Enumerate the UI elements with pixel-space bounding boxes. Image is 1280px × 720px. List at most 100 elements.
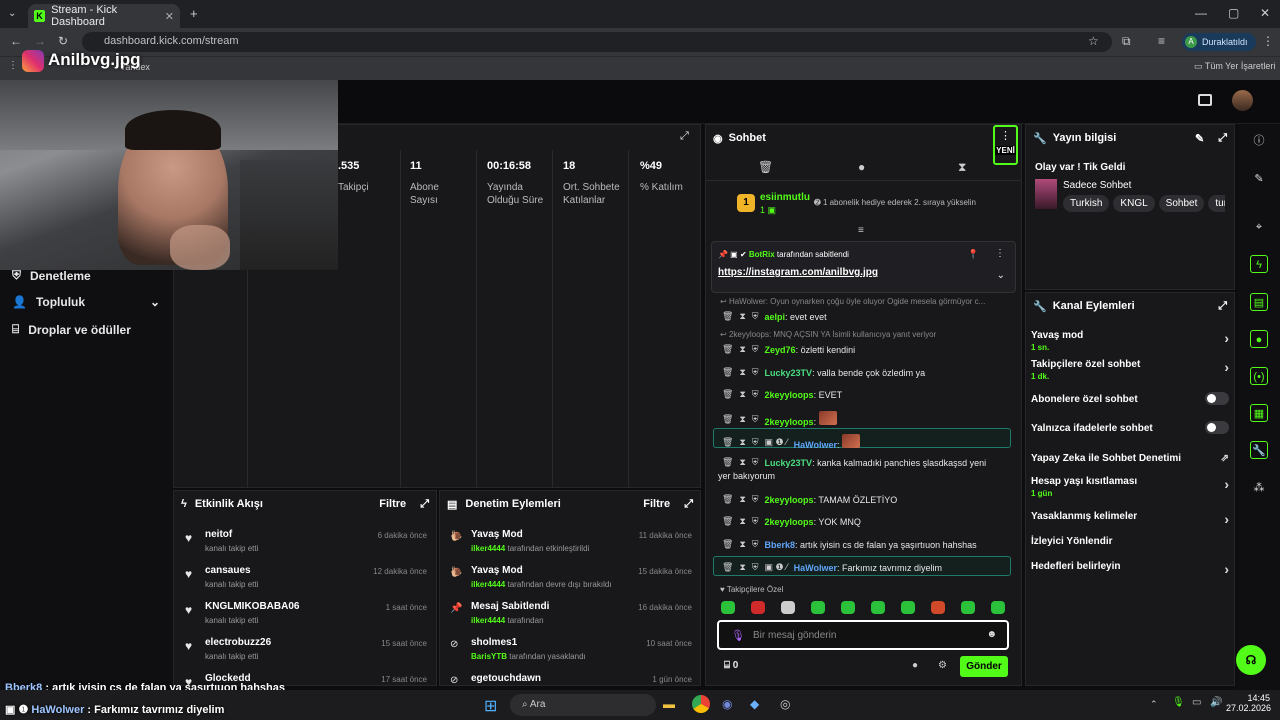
pinned-link[interactable]: https://instagram.com/anilbvg.jpg xyxy=(718,267,878,278)
expand-icon[interactable]: ⤢ xyxy=(680,130,689,143)
expand-icon[interactable]: ⤢ xyxy=(420,498,429,511)
chat-username[interactable]: 2keyyloops xyxy=(765,495,814,505)
app-icon[interactable]: ◆ xyxy=(750,697,759,711)
profile-button[interactable]: A Duraklatıldı xyxy=(1182,33,1256,51)
chat-username[interactable]: Bberk8 xyxy=(765,540,796,550)
channel-action-item[interactable]: Takipçilere özel sohbet 1 dk. › xyxy=(1031,359,1229,381)
chat-username[interactable]: Lucky23TV xyxy=(765,368,813,378)
layout-icon[interactable]: ▦ xyxy=(1250,404,1268,422)
chat-message[interactable]: 🗑 ⧗ ⛨ Zeyd76: özletti kendini xyxy=(722,344,855,355)
channel-action-item[interactable]: Yapay Zeka ile Sohbet Denetimi ⇗ xyxy=(1031,453,1229,466)
chat-username[interactable]: 2keyyloops xyxy=(765,417,814,427)
toggle-switch[interactable] xyxy=(1205,421,1229,434)
discord-icon[interactable]: ◉ xyxy=(722,697,732,711)
more-vertical-icon[interactable]: ⋮ xyxy=(995,248,1005,259)
minimize-icon[interactable]: — xyxy=(1195,6,1207,20)
expand-icon[interactable]: ⤢ xyxy=(1218,132,1227,145)
filter-button[interactable]: Filtre xyxy=(643,498,670,510)
points-indicator[interactable]: ⌸ 0 xyxy=(724,660,738,671)
tag[interactable]: KNGL xyxy=(1113,195,1155,212)
chat-message[interactable]: 🗑 ⧗ ⛨ 2keyyloops: xyxy=(722,411,837,427)
sidebar-item-community[interactable]: 👤 Topluluk ⌄ xyxy=(12,295,160,309)
reload-icon[interactable]: ↻ xyxy=(58,34,68,48)
chat-message[interactable]: 🗑 ⧗ ⛨ 2keyyloops: YOK MNQ xyxy=(722,516,861,527)
windows-start-icon[interactable]: ⊞ xyxy=(484,696,497,716)
trash-icon[interactable]: 🗑 xyxy=(722,414,733,425)
chat-username[interactable]: aelpi xyxy=(765,312,786,322)
moderation-item[interactable]: 🐌 Yavaş Mod ilker4444 tarafından devre dış… xyxy=(450,565,692,589)
bookmark-star-icon[interactable]: ☆ xyxy=(1088,34,1099,48)
chat-message[interactable]: 🗑 ⧗ ⛨ aelpi: evet evet xyxy=(722,311,827,322)
hourglass-icon[interactable]: ⧗ xyxy=(739,344,745,355)
chat-username[interactable]: 2keyyloops xyxy=(765,517,814,527)
channel-action-item[interactable]: Yasaklanmış kelimeler › xyxy=(1031,511,1229,527)
channel-action-item[interactable]: Abonelere özel sohbet xyxy=(1031,392,1229,407)
chat-message[interactable]: 🗑 ⧗ ⛨ 2keyyloops: EVET xyxy=(722,389,842,400)
url-bar[interactable]: dashboard.kick.com/stream xyxy=(82,32,1112,52)
hourglass-icon[interactable]: ⧗ xyxy=(739,414,745,425)
moderation-item[interactable]: ⊘ egetouchdawn 1 gün önce xyxy=(450,673,692,688)
expand-icon[interactable]: ⤢ xyxy=(684,498,693,511)
trash-icon[interactable]: 🗑 xyxy=(722,539,733,550)
hourglass-icon[interactable]: ⧗ xyxy=(739,562,745,573)
moderation-item[interactable]: 🐌 Yavaş Mod ilker4444 tarafından etkinleşt… xyxy=(450,529,692,553)
display-icon[interactable]: ▭ xyxy=(1192,697,1201,708)
volume-icon[interactable]: 🔊 xyxy=(1210,697,1222,708)
hourglass-icon[interactable]: ⧗ xyxy=(739,389,745,400)
folder-icon[interactable]: ▬ xyxy=(663,697,675,711)
chrome-icon[interactable] xyxy=(692,695,710,713)
browser-tab[interactable]: K Stream - Kick Dashboard ✕ xyxy=(28,4,180,28)
trash-icon[interactable]: 🗑 xyxy=(758,160,773,174)
collapse-icon[interactable]: ≡ xyxy=(858,225,864,236)
chat-username[interactable]: Lucky23TV xyxy=(765,458,813,468)
emote-icon[interactable] xyxy=(901,601,915,614)
sidebar-item-drops[interactable]: ⌸ Droplar ve ödüller xyxy=(12,322,131,337)
trash-icon[interactable]: 🗑 xyxy=(722,494,733,505)
chat-bubble-icon[interactable]: ● xyxy=(912,660,918,671)
info-icon[interactable]: ⓘ xyxy=(1250,132,1268,150)
emote-icon[interactable] xyxy=(871,601,885,614)
emote-icon[interactable] xyxy=(781,601,795,614)
filter-button[interactable]: Filtre xyxy=(379,498,406,510)
chevron-down-icon[interactable]: ⌄ xyxy=(997,270,1005,281)
activity-item[interactable]: ♥ neitof kanalı takip etti 6 dakika önce xyxy=(185,529,427,553)
close-tab-icon[interactable]: ✕ xyxy=(165,10,174,23)
wrench-icon[interactable]: 🔧 xyxy=(1250,441,1268,459)
focus-icon[interactable]: ⌖ xyxy=(1250,218,1268,236)
gear-icon[interactable]: ⚙ xyxy=(938,660,947,671)
extensions-icon[interactable]: ⧉ xyxy=(1122,34,1131,49)
channel-action-item[interactable]: Hesap yaşı kısıtlaması 1 gün › xyxy=(1031,476,1229,498)
activity-item[interactable]: ♥ electrobuzz26 kanalı takip etti 15 saat ö… xyxy=(185,637,427,661)
chat-message[interactable]: 🗑 ⧗ ⛨ Lucky23TV: kanka kalmadıki panchies ş… xyxy=(722,457,986,468)
hourglass-icon[interactable]: ⧗ xyxy=(958,160,966,175)
chat-input[interactable]: 🎙 Bir mesaj gönderin ☻ xyxy=(717,620,1009,650)
tag[interactable]: turk xyxy=(1208,195,1225,212)
help-support-icon[interactable]: ☊ xyxy=(1236,645,1266,675)
chat-username[interactable]: 2keyyloops xyxy=(765,390,814,400)
chevron-up-icon[interactable]: ⌃ xyxy=(1150,699,1158,710)
trash-icon[interactable]: 🗑 xyxy=(722,562,733,573)
maximize-icon[interactable]: ▢ xyxy=(1228,6,1239,20)
user-avatar[interactable] xyxy=(1232,90,1253,111)
expand-icon[interactable]: ⤢ xyxy=(1218,300,1227,313)
hourglass-icon[interactable]: ⧗ xyxy=(739,457,745,468)
channel-action-item[interactable]: Hedefleri belirleyin › xyxy=(1031,561,1229,577)
hourglass-icon[interactable]: ⧗ xyxy=(739,516,745,527)
close-window-icon[interactable]: ✕ xyxy=(1260,6,1270,20)
hourglass-icon[interactable]: ⧗ xyxy=(739,539,745,550)
chat-message[interactable]: 🗑 ⧗ ⛨ ▣ ❶ ⁄ HaWolwer: Farkımız tavrımız diye… xyxy=(722,562,942,573)
activity-item[interactable]: ♥ KNGLMIKOBABA06 kanalı takip etti 1 saat ö… xyxy=(185,601,427,625)
chat-menu-button[interactable]: ⋮ YENİ xyxy=(993,125,1018,165)
emote-icon[interactable] xyxy=(931,601,945,614)
chat-icon[interactable]: ● xyxy=(858,160,865,174)
pin-icon[interactable]: 📍 xyxy=(968,249,979,260)
emote-icon[interactable] xyxy=(721,601,735,614)
chat-username[interactable]: HaWolwer xyxy=(794,440,837,450)
hourglass-icon[interactable]: ⧗ xyxy=(739,311,745,322)
channel-action-item[interactable]: Yalnızca ifadelerle sohbet xyxy=(1031,421,1229,436)
toggle-switch[interactable] xyxy=(1205,392,1229,405)
bolt-icon[interactable]: ϟ xyxy=(1250,255,1268,273)
chat-message[interactable]: 🗑 ⧗ ⛨ Lucky23TV: valla bende çok özledim ya xyxy=(722,367,925,378)
document-icon[interactable]: ▤ xyxy=(1250,293,1268,311)
trash-icon[interactable]: 🗑 xyxy=(722,344,733,355)
